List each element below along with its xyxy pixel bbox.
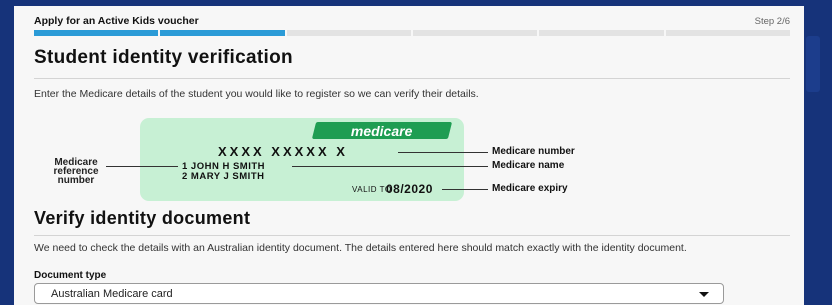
progress-segment: [412, 30, 538, 36]
form-header: Apply for an Active Kids voucher Step 2/…: [34, 15, 790, 29]
page-title: Student identity verification: [34, 47, 293, 68]
medicare-logo: medicare: [311, 122, 453, 139]
progress-segment: [34, 30, 159, 36]
progress-segment: [665, 30, 790, 36]
callout-medicare-number: Medicare number: [492, 146, 575, 157]
callout-medicare-expiry: Medicare expiry: [492, 183, 568, 194]
expiry-connector-line: [442, 189, 488, 190]
section-heading-verify: Verify identity document: [34, 208, 251, 228]
document-type-label: Document type: [34, 270, 107, 281]
section-divider: [34, 235, 790, 236]
form-panel: Apply for an Active Kids voucher Step 2/…: [14, 6, 804, 305]
form-title: Apply for an Active Kids voucher: [34, 15, 199, 27]
chevron-down-icon: [699, 292, 709, 297]
number-connector-line: [398, 152, 488, 153]
intro-text: Enter the Medicare details of the studen…: [34, 88, 479, 100]
card-name-line-2: 2 MARY J SMITH: [182, 171, 265, 182]
verify-description: We need to check the details with an Aus…: [34, 242, 687, 254]
reference-number-label: Medicare reference number: [53, 157, 99, 186]
progress-segment: [539, 30, 664, 36]
progress-bar: [34, 30, 790, 36]
card-number: XXXX XXXXX X: [218, 144, 348, 159]
progress-segment: [286, 30, 411, 36]
name-connector-line: [292, 166, 488, 167]
callout-medicare-name: Medicare name: [492, 160, 565, 171]
medicare-brand: medicare: [351, 122, 413, 139]
progress-segment: [160, 30, 285, 36]
section-divider: [34, 78, 790, 79]
document-type-select[interactable]: Australian Medicare card: [34, 283, 724, 304]
reference-connector-line: [106, 166, 178, 167]
valid-to-date: 08/2020: [386, 182, 433, 196]
step-indicator: Step 2/6: [754, 16, 790, 27]
side-scroll-tab: [806, 36, 820, 92]
document-type-value: Australian Medicare card: [51, 288, 173, 300]
